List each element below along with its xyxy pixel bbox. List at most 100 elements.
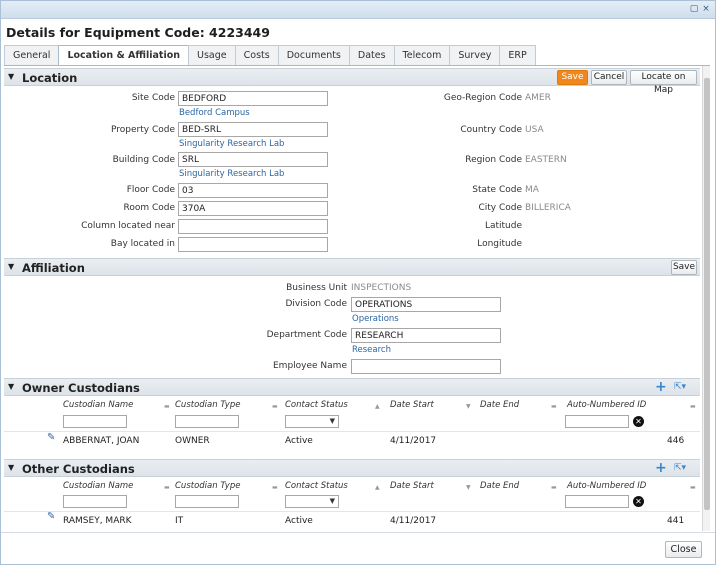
column-header-custodian-name[interactable]: Custodian Name: [63, 399, 133, 411]
other-start-cell: 4/11/2017: [390, 516, 437, 526]
tab-content: ▼ Location Save Cancel Locate on Map Sit…: [4, 65, 710, 531]
building-code-input[interactable]: [178, 152, 328, 167]
sort-up-icon[interactable]: ▲: [375, 401, 380, 413]
sort-icon[interactable]: ▬: [272, 401, 278, 413]
tab-survey[interactable]: Survey: [449, 45, 501, 65]
close-button[interactable]: Close: [665, 541, 702, 558]
country-code-label: Country Code: [460, 125, 522, 135]
site-code-link[interactable]: Bedford Campus: [179, 107, 250, 119]
sort-down-icon[interactable]: ▼: [466, 482, 471, 494]
tab-location-affiliation[interactable]: Location & Affiliation: [58, 45, 190, 65]
room-code-input[interactable]: [178, 201, 328, 216]
affiliation-save-button[interactable]: Save: [671, 260, 697, 275]
collapse-triangle-icon[interactable]: ▼: [8, 72, 14, 81]
division-code-link[interactable]: Operations: [352, 313, 399, 325]
department-code-label: Department Code: [266, 330, 347, 340]
column-header-contact-status[interactable]: Contact Status: [285, 480, 348, 492]
tab-documents[interactable]: Documents: [277, 45, 350, 65]
column-header-auto-numbered-id[interactable]: Auto-Numbered ID: [567, 399, 646, 411]
other-type-cell: IT: [175, 516, 184, 526]
restore-icon[interactable]: ▢: [689, 4, 699, 14]
locate-on-map-button[interactable]: Locate on Map: [630, 70, 697, 95]
site-code-input[interactable]: [178, 91, 328, 106]
section-title: Other Custodians: [22, 462, 135, 476]
row-divider: [4, 511, 700, 512]
division-code-label: Division Code: [285, 299, 347, 309]
collapse-triangle-icon[interactable]: ▼: [8, 262, 14, 271]
close-icon[interactable]: ×: [701, 4, 711, 14]
sort-icon[interactable]: ▬: [551, 401, 557, 413]
state-code-value: MA: [525, 185, 539, 195]
department-code-link[interactable]: Research: [352, 344, 391, 356]
dialog-window: ▢ × Details for Equipment Code: 4223449 …: [0, 0, 716, 565]
column-header-date-end[interactable]: Date End: [480, 480, 519, 492]
collapse-triangle-icon[interactable]: ▼: [8, 463, 14, 472]
city-code-value: BILLERICA: [525, 203, 571, 213]
sort-down-icon[interactable]: ▼: [466, 401, 471, 413]
column-header-custodian-name[interactable]: Custodian Name: [63, 480, 133, 492]
filter-custodian-name[interactable]: [63, 415, 127, 428]
collapse-triangle-icon[interactable]: ▼: [8, 382, 14, 391]
sort-icon[interactable]: ▬: [272, 482, 278, 494]
dialog-title: Details for Equipment Code: 4223449: [6, 25, 270, 40]
sort-icon[interactable]: ▬: [551, 482, 557, 494]
scrollbar-thumb[interactable]: [704, 78, 710, 510]
other-name-cell: RAMSEY, MARK: [63, 516, 132, 526]
export-icon[interactable]: ⇱▾: [674, 381, 686, 393]
owner-id-cell: 446: [667, 436, 685, 446]
property-code-label: Property Code: [111, 125, 175, 135]
sort-icon[interactable]: ▬: [690, 482, 696, 494]
column-header-date-start[interactable]: Date Start: [390, 399, 434, 411]
location-save-button[interactable]: Save: [557, 70, 588, 85]
column-header-auto-numbered-id[interactable]: Auto-Numbered ID: [567, 480, 646, 492]
filter-auto-numbered-id[interactable]: [565, 495, 629, 508]
filter-contact-status[interactable]: ▼: [285, 415, 339, 428]
employee-name-input[interactable]: [351, 359, 501, 374]
tab-usage[interactable]: Usage: [188, 45, 236, 65]
column-located-near-input[interactable]: [178, 219, 328, 234]
state-code-label: State Code: [472, 185, 522, 195]
filter-contact-status[interactable]: ▼: [285, 495, 339, 508]
filter-auto-numbered-id[interactable]: [565, 415, 629, 428]
vertical-scrollbar[interactable]: [702, 66, 710, 531]
filter-custodian-type[interactable]: [175, 415, 239, 428]
site-code-label: Site Code: [131, 93, 175, 103]
other-custodians-header: ▼ Other Custodians + ⇱▾: [4, 459, 700, 477]
property-code-link[interactable]: Singularity Research Lab: [179, 138, 284, 150]
clear-filter-icon[interactable]: ✕: [633, 416, 644, 427]
tab-bar: General Location & Affiliation Usage Cos…: [4, 45, 536, 65]
filter-custodian-name[interactable]: [63, 495, 127, 508]
tab-telecom[interactable]: Telecom: [393, 45, 451, 65]
other-status-cell: Active: [285, 516, 313, 526]
building-code-link[interactable]: Singularity Research Lab: [179, 168, 284, 180]
add-icon[interactable]: +: [655, 461, 667, 475]
column-header-custodian-type[interactable]: Custodian Type: [175, 480, 240, 492]
sort-icon[interactable]: ▬: [164, 482, 170, 494]
edit-pencil-icon[interactable]: ✎: [47, 511, 55, 522]
filter-custodian-type[interactable]: [175, 495, 239, 508]
tab-erp[interactable]: ERP: [499, 45, 536, 65]
add-icon[interactable]: +: [655, 380, 667, 394]
export-icon[interactable]: ⇱▾: [674, 462, 686, 474]
department-code-input[interactable]: [351, 328, 501, 343]
column-header-date-start[interactable]: Date Start: [390, 480, 434, 492]
city-code-label: City Code: [478, 203, 522, 213]
tab-general[interactable]: General: [4, 45, 60, 65]
sort-up-icon[interactable]: ▲: [375, 482, 380, 494]
division-code-input[interactable]: [351, 297, 501, 312]
sort-icon[interactable]: ▬: [690, 401, 696, 413]
tab-costs[interactable]: Costs: [234, 45, 279, 65]
column-header-custodian-type[interactable]: Custodian Type: [175, 399, 240, 411]
floor-code-input[interactable]: [178, 183, 328, 198]
window-titlebar[interactable]: ▢ ×: [1, 1, 715, 19]
property-code-input[interactable]: [178, 122, 328, 137]
edit-pencil-icon[interactable]: ✎: [47, 432, 55, 443]
clear-filter-icon[interactable]: ✕: [633, 496, 644, 507]
sort-icon[interactable]: ▬: [164, 401, 170, 413]
column-header-contact-status[interactable]: Contact Status: [285, 399, 348, 411]
column-header-date-end[interactable]: Date End: [480, 399, 519, 411]
bay-located-in-input[interactable]: [178, 237, 328, 252]
tab-dates[interactable]: Dates: [348, 45, 395, 65]
section-title: Affiliation: [22, 261, 85, 275]
location-cancel-button[interactable]: Cancel: [591, 70, 627, 85]
